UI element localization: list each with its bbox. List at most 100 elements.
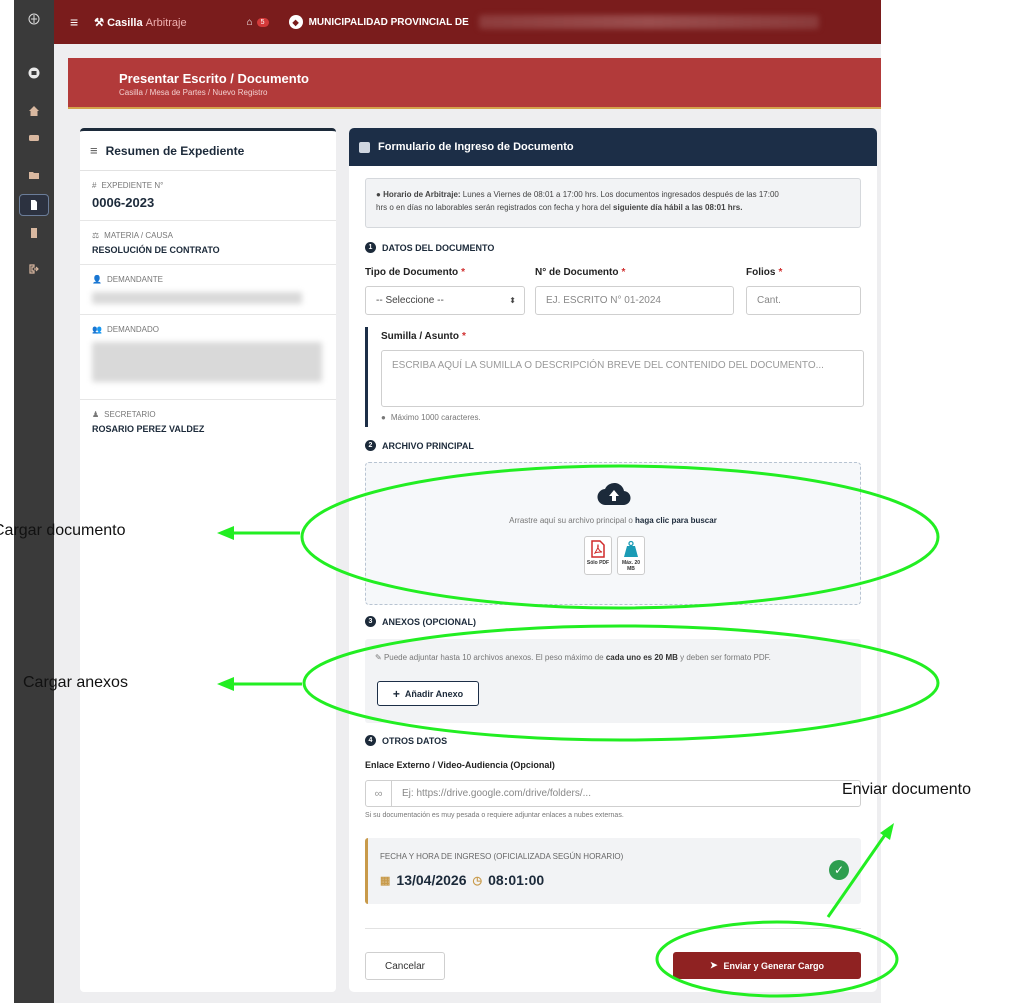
institution-logo-icon: ◆: [288, 15, 303, 29]
institution-label: MUNICIPALIDAD PROVINCIAL DE: [308, 16, 469, 28]
page-header: Presentar Escrito / Documento Casilla / …: [68, 58, 881, 109]
max-size-tile: Máx. 20 MB: [617, 536, 645, 575]
send-icon: ➤: [709, 960, 718, 970]
step-4-icon: 4: [365, 735, 376, 746]
browse-link[interactable]: haga clic para buscar: [635, 516, 717, 525]
case-summary-card: ≡ Resumen de Expediente # EXPEDIENTE N° 0…: [80, 128, 336, 992]
users-icon: 👥: [92, 325, 102, 334]
submission-datetime-box: FECHA Y HORA DE INGRESO (OFICIALIZADA SE…: [365, 838, 861, 904]
document-icon[interactable]: [19, 194, 49, 216]
side-rail: [14, 0, 54, 1003]
wand-icon: ⚒: [94, 16, 105, 29]
max-size-label: Máx. 20 MB: [621, 560, 641, 572]
inbox-button[interactable]: ⌂ 5: [247, 17, 269, 28]
pdf-only-tile: Sólo PDF: [584, 536, 612, 575]
tipo-documento-select[interactable]: -- Seleccione -- ⬍: [365, 286, 525, 315]
add-annex-button[interactable]: + Añadir Anexo: [377, 681, 479, 706]
link-label: Enlace Externo / Video-Audiencia (Opcion…: [365, 760, 555, 770]
sumilla-textarea[interactable]: ESCRIBA AQUÍ LA SUMILLA O DESCRIPCIÓN BR…: [381, 350, 864, 407]
dropzone-instruction: Arrastre aquí su archivo principal o: [509, 516, 635, 525]
info-icon: ●: [376, 190, 381, 199]
breadcrumb: Casilla / Mesa de Partes / Nuevo Registr…: [119, 88, 268, 97]
section-1-heading: 1 DATOS DEL DOCUMENTO: [365, 242, 494, 253]
person-icon: ♟: [92, 410, 100, 419]
home-icon[interactable]: [14, 100, 54, 122]
inbox-count-badge: 5: [256, 17, 269, 27]
submit-button[interactable]: ➤ Enviar y Generar Cargo: [673, 952, 861, 979]
arrowhead-submit: [880, 823, 894, 840]
info-text-2: hrs o en días no laborables serán regist…: [376, 203, 614, 212]
dropzone-text: Arrastre aquí su archivo principal o hag…: [366, 516, 860, 525]
document-form-card: Formulario de Ingreso de Documento ● Hor…: [349, 128, 877, 992]
expediente-value: 0006-2023: [92, 195, 155, 210]
inbox-icon[interactable]: [14, 126, 54, 148]
sumilla-placeholder: ESCRIBA AQUÍ LA SUMILLA O DESCRIPCIÓN BR…: [392, 360, 824, 371]
annotation-upload-document: Cargar documento: [0, 522, 126, 539]
form-header: Formulario de Ingreso de Documento: [349, 128, 877, 166]
folder-icon[interactable]: [14, 164, 54, 186]
top-bar: ≡ ⚒ Casilla Arbitraje ⌂ 5 ◆ MUNICIPALIDA…: [54, 0, 881, 44]
main-file-dropzone[interactable]: Arrastre aquí su archivo principal o hag…: [365, 462, 861, 605]
institution-icon[interactable]: [14, 62, 54, 84]
step-2-icon: 2: [365, 440, 376, 451]
logo-icon: [14, 8, 54, 30]
inbox-icon: ⌂: [246, 16, 253, 28]
external-link-input[interactable]: ∞ Ej: https://drive.google.com/drive/fol…: [365, 780, 861, 807]
section-2-heading: 2 ARCHIVO PRINCIPAL: [365, 440, 474, 451]
demandado-label: DEMANDADO: [106, 325, 159, 334]
brand-name: Casilla: [107, 16, 143, 29]
link-icon: ∞: [366, 781, 392, 806]
demandante-section: 👤 DEMANDANTE: [80, 265, 336, 315]
book-icon[interactable]: [14, 222, 54, 244]
annexes-info: ✎ Puede adjuntar hasta 10 archivos anexo…: [375, 653, 771, 662]
sumilla-label: Sumilla / Asunto *: [381, 331, 466, 342]
info-text-1: Lunes a Viernes de 08:01 a 17:00 hrs. Lo…: [460, 190, 779, 199]
step-1-icon: 1: [365, 242, 376, 253]
list-icon: ≡: [90, 143, 98, 158]
app-brand[interactable]: ⚒ Casilla Arbitraje: [94, 16, 186, 29]
institution-name: ◆ MUNICIPALIDAD PROVINCIAL DE: [288, 15, 469, 29]
materia-value: RESOLUCIÓN DE CONTRATO: [92, 245, 220, 255]
annexes-size: cada uno es 20 MB: [605, 653, 678, 662]
tipo-label: Tipo de Documento *: [365, 267, 466, 278]
clock-icon: ◷: [472, 874, 483, 887]
sumilla-hint-text: Máximo 1000 caracteres.: [390, 413, 481, 422]
sumilla-group: Sumilla / Asunto * ESCRIBA AQUÍ LA SUMILL…: [365, 327, 864, 427]
section-4-heading: 4 OTROS DATOS: [365, 735, 447, 746]
datetime-value: ▦ 13/04/2026 ◷ 08:01:00: [380, 872, 544, 888]
annexes-panel: ✎ Puede adjuntar hasta 10 archivos anexo…: [365, 639, 861, 723]
add-annex-label: Añadir Anexo: [404, 688, 464, 699]
submit-label: Enviar y Generar Cargo: [723, 960, 825, 971]
section-1-title: DATOS DEL DOCUMENTO: [382, 242, 495, 253]
datetime-label: FECHA Y HORA DE INGRESO (OFICIALIZADA SE…: [380, 852, 624, 861]
pdf-only-label: Sólo PDF: [586, 560, 610, 566]
edit-icon: [359, 141, 370, 153]
demandante-label: DEMANDANTE: [106, 275, 163, 284]
numero-documento-input[interactable]: EJ. ESCRITO N° 01-2024: [535, 286, 734, 315]
cancel-button[interactable]: Cancelar: [365, 952, 445, 980]
materia-section: ⚖ MATERIA / CAUSA RESOLUCIÓN DE CONTRATO: [80, 221, 336, 265]
expediente-label: EXPEDIENTE N°: [101, 181, 164, 190]
annotation-send-document: Enviar documento: [842, 781, 971, 798]
secretario-section: ♟ SECRETARIO ROSARIO PEREZ VALDEZ: [80, 400, 336, 448]
time-value: 08:01:00: [488, 872, 545, 888]
link-placeholder: Ej: https://drive.google.com/drive/folde…: [402, 788, 591, 799]
summary-title: Resumen de Expediente: [105, 143, 245, 158]
sumilla-hint: ● Máximo 1000 caracteres.: [381, 413, 481, 422]
scale-icon: ⚖: [92, 231, 100, 240]
section-2-title: ARCHIVO PRINCIPAL: [382, 440, 474, 451]
section-3-heading: 3 ANEXOS (OPCIONAL): [365, 616, 476, 627]
secretario-label: SECRETARIO: [104, 410, 156, 419]
divider: [365, 928, 861, 929]
hamburger-menu-icon[interactable]: ≡: [70, 14, 78, 30]
schedule-info-box: ● Horario de Arbitraje: Lunes a Viernes …: [365, 178, 861, 228]
redacted-demandado: [92, 342, 322, 382]
paperclip-icon: ✎: [375, 653, 382, 662]
folios-input[interactable]: Cant.: [746, 286, 861, 315]
section-3-title: ANEXOS (OPCIONAL): [382, 616, 477, 627]
form-title: Formulario de Ingreso de Documento: [378, 141, 574, 153]
date-value: 13/04/2026: [396, 872, 467, 888]
logout-icon[interactable]: [14, 258, 54, 280]
check-circle-icon: ✓: [829, 860, 849, 880]
numero-placeholder: EJ. ESCRITO N° 01-2024: [546, 295, 661, 306]
